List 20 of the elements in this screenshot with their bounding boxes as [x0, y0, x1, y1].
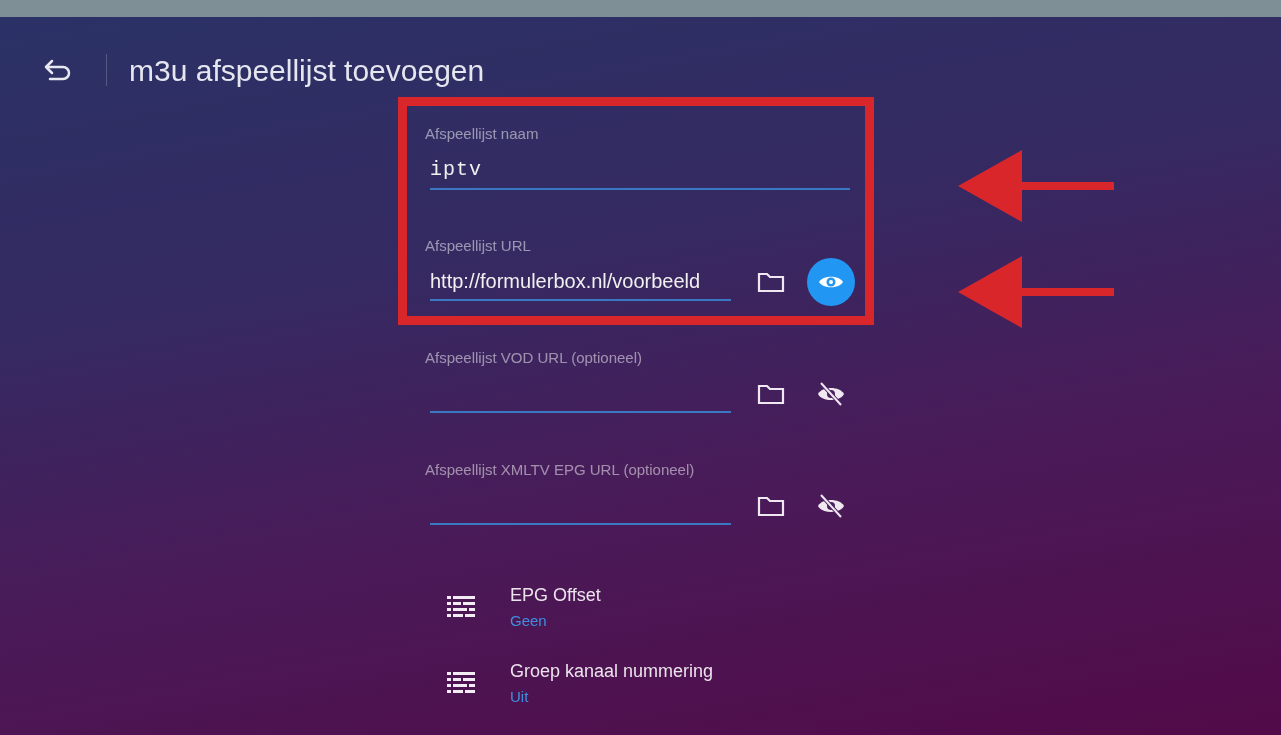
setting-title[interactable]: Groep kanaal nummering [510, 659, 714, 683]
folder-icon[interactable] [757, 383, 785, 405]
input-field[interactable]: iptv [430, 150, 850, 190]
field-label: Afspeellijst naam [425, 124, 540, 144]
field-label: Afspeellijst URL [425, 236, 532, 256]
field-label: Afspeellijst XMLTV EPG URL (optioneel) [425, 460, 696, 480]
setting-value: Geen [510, 611, 548, 631]
list-icon [447, 595, 475, 619]
setting-value: Uit [510, 687, 530, 707]
folder-icon[interactable] [757, 271, 785, 293]
setting-title[interactable]: EPG Offset [510, 583, 601, 607]
back-icon[interactable] [44, 58, 72, 82]
eye-button[interactable] [807, 258, 855, 306]
eye-off-icon[interactable] [816, 381, 846, 407]
page-title: m3u afspeellijst toevoegen [129, 52, 485, 89]
field-label: Afspeellijst VOD URL (optioneel) [425, 348, 644, 368]
list-icon [447, 671, 475, 695]
input-field[interactable]: http://formulerbox.nl/voorbeeld [430, 263, 731, 301]
eye-off-icon[interactable] [816, 493, 846, 519]
folder-icon[interactable] [757, 495, 785, 517]
